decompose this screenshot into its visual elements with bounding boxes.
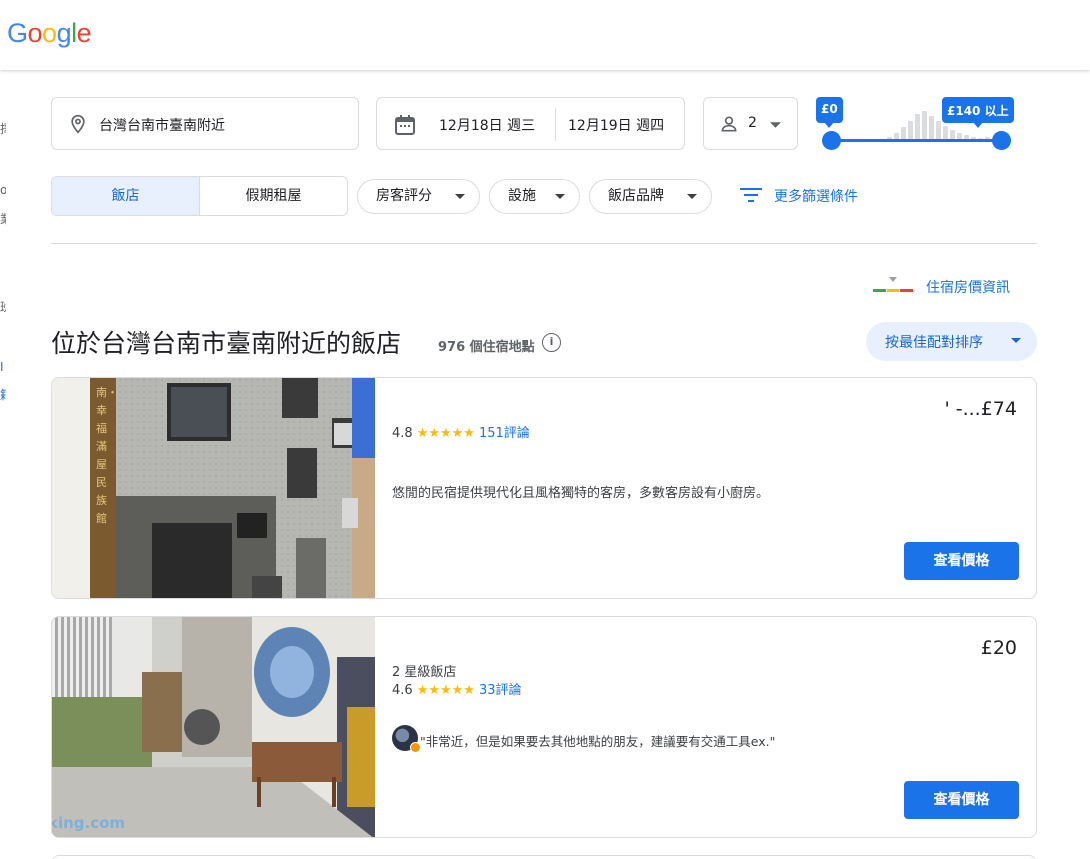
sort-label: 按最佳配對排序 bbox=[885, 335, 983, 351]
max-price-label: £140 以上 bbox=[942, 97, 1014, 128]
edge-fragment: I bbox=[0, 360, 4, 374]
tab-vacation-rentals[interactable]: 假期租屋 bbox=[200, 177, 347, 215]
top-bar: Google bbox=[0, 0, 1090, 70]
amenities-filter[interactable]: 設施 bbox=[489, 179, 580, 214]
checkin-date[interactable]: 12月18日 週三 bbox=[439, 115, 535, 135]
location-input[interactable]: 台灣台南市臺南附近 bbox=[51, 97, 359, 150]
edge-fragment: 業 bbox=[0, 210, 6, 227]
guest-count: 2 bbox=[748, 115, 757, 131]
hotel-photo[interactable]: king.com bbox=[52, 617, 375, 837]
hotel-class: 2 星級飯店 bbox=[392, 665, 457, 680]
date-picker[interactable]: 12月18日 週三 12月19日 週四 bbox=[376, 97, 685, 150]
guests-selector[interactable]: 2 bbox=[703, 97, 798, 150]
star-rating-icon: ★★★★★ bbox=[416, 426, 475, 441]
caret-down-icon bbox=[555, 194, 565, 199]
star-rating-icon: ★★★★★ bbox=[416, 683, 475, 698]
hotel-photo[interactable]: 南・幸福滿屋民族館 bbox=[52, 378, 375, 598]
edge-fragment: o bbox=[0, 183, 6, 197]
more-filters-label: 更多篩選條件 bbox=[774, 189, 858, 205]
hotel-price[interactable]: £20 bbox=[981, 637, 1017, 659]
reviews-link[interactable]: 33評論 bbox=[479, 683, 522, 698]
hotel-brand-filter[interactable]: 飯店品牌 bbox=[589, 179, 712, 214]
tab-hotels[interactable]: 飯店 bbox=[52, 177, 200, 215]
reviewer-avatar bbox=[392, 725, 421, 753]
view-prices-button[interactable]: 查看價格 bbox=[904, 542, 1019, 580]
hotel-sign-text: 南・幸福滿屋民族館 bbox=[96, 386, 118, 525]
price-insights-icon bbox=[873, 277, 913, 292]
amenities-label: 設施 bbox=[508, 188, 536, 204]
min-price-handle[interactable] bbox=[822, 131, 841, 150]
rating-value: 4.6 bbox=[392, 683, 413, 698]
calendar-icon bbox=[395, 115, 415, 135]
results-title: 位於台灣台南市臺南附近的飯店 bbox=[51, 329, 402, 358]
hotel-price[interactable]: ' -...£74 bbox=[944, 398, 1017, 420]
hotel-rating: 4.6 ★★★★★ 33評論 bbox=[392, 679, 522, 698]
rating-value: 4.8 bbox=[392, 426, 413, 441]
sort-dropdown[interactable]: 按最佳配對排序 bbox=[866, 322, 1037, 361]
price-track bbox=[831, 139, 1001, 142]
price-insights-label: 住宿房價資訊 bbox=[926, 280, 1010, 296]
edge-fragment: 班 bbox=[0, 298, 6, 315]
price-range-slider[interactable]: £0 £140 以上 bbox=[815, 97, 1020, 153]
edge-fragment: 擇 bbox=[0, 120, 6, 137]
view-prices-button[interactable]: 查看價格 bbox=[904, 781, 1019, 819]
guest-rating-filter[interactable]: 房客評分 bbox=[357, 179, 480, 214]
hotel-card[interactable]: king.com £20 2 星級飯店 4.6 ★★★★★ 33評論 "非常近，但是… bbox=[51, 616, 1037, 838]
info-icon[interactable]: i bbox=[542, 333, 561, 352]
divider bbox=[51, 243, 1037, 244]
property-type-toggle: 飯店 假期租屋 bbox=[51, 176, 348, 216]
photo-watermark: king.com bbox=[52, 814, 126, 832]
caret-down-icon bbox=[687, 194, 697, 199]
hotel-brand-label: 飯店品牌 bbox=[608, 188, 664, 204]
google-logo[interactable]: Google bbox=[7, 18, 92, 49]
caret-down-icon bbox=[1011, 338, 1021, 343]
review-snippet: "非常近，但是如果要去其他地點的朋友，建議要有交通工具ex." bbox=[420, 734, 776, 749]
max-price-handle[interactable] bbox=[992, 131, 1011, 150]
filter-icon bbox=[740, 188, 762, 202]
hotel-description: 悠閒的民宿提供現代化且風格獨特的客房，多數客房設有小廚房。 bbox=[392, 486, 770, 501]
min-price-label: £0 bbox=[816, 97, 843, 128]
caret-down-icon bbox=[770, 122, 781, 128]
location-value: 台灣台南市臺南附近 bbox=[99, 118, 225, 134]
location-pin-icon bbox=[71, 114, 85, 134]
hotel-rating: 4.8 ★★★★★ 151評論 bbox=[392, 422, 530, 441]
hotel-card[interactable] bbox=[51, 855, 1037, 859]
edge-fragment: 籍 bbox=[0, 386, 6, 403]
date-divider bbox=[555, 108, 556, 141]
reviews-link[interactable]: 151評論 bbox=[479, 426, 530, 441]
caret-down-icon bbox=[455, 194, 465, 199]
person-icon bbox=[721, 116, 737, 132]
checkout-date[interactable]: 12月19日 週四 bbox=[568, 115, 664, 135]
results-count: 976 個住宿地點 bbox=[438, 340, 535, 355]
guest-rating-label: 房客評分 bbox=[376, 188, 432, 204]
hotel-card[interactable]: 南・幸福滿屋民族館 ' -...£74 4.8 ★★★★★ 151評論 悠閒的民宿提… bbox=[51, 377, 1037, 599]
